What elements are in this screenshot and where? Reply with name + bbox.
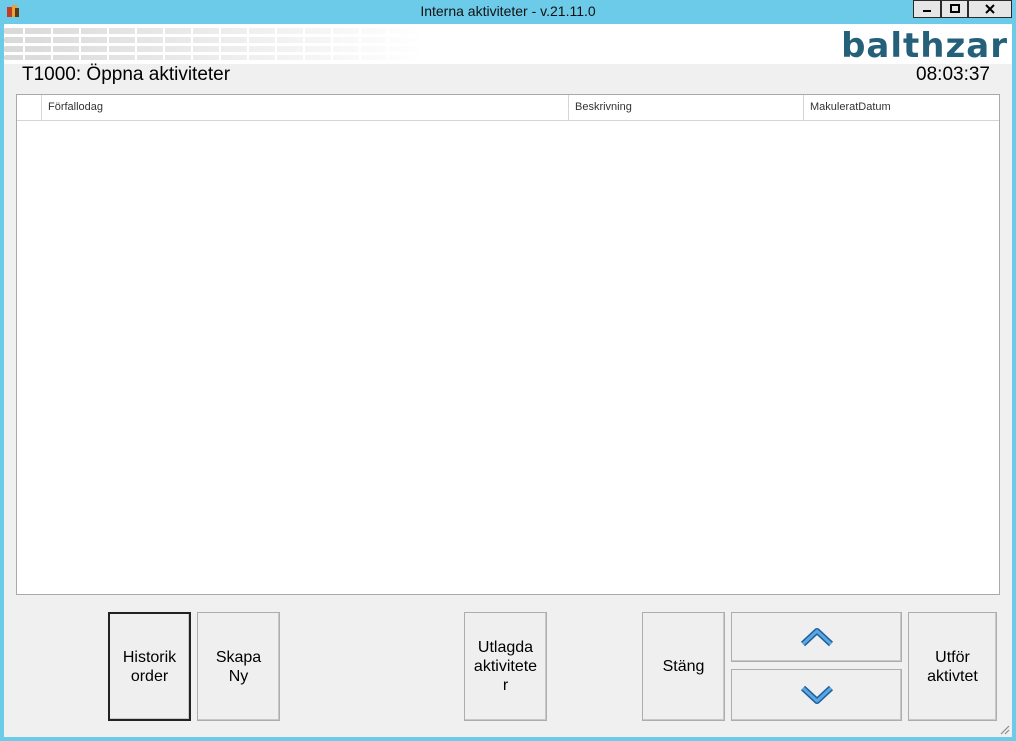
title-bar[interactable]: Interna aktiviteter - v.21.11.0 bbox=[0, 0, 1016, 24]
minimize-icon bbox=[923, 10, 931, 12]
history-order-button[interactable]: Historik order bbox=[108, 612, 191, 721]
header-banner: balthzar bbox=[4, 24, 1012, 64]
banner-pattern bbox=[4, 26, 424, 62]
logo: balthzar bbox=[841, 26, 1008, 64]
window-title: Interna aktiviteter - v.21.11.0 bbox=[420, 3, 596, 19]
create-new-button[interactable]: Skapa Ny bbox=[197, 612, 280, 721]
chevron-down-icon bbox=[800, 685, 833, 704]
perform-activity-button[interactable]: Utför aktivtet bbox=[908, 612, 997, 721]
activities-grid[interactable]: Förfallodag Beskrivning MakuleratDatum bbox=[16, 94, 1000, 595]
history-order-label: Historik order bbox=[122, 648, 177, 685]
chevron-up-icon bbox=[800, 628, 833, 647]
close-button[interactable]: Stäng bbox=[642, 612, 725, 721]
column-header-makuleratdatum[interactable]: MakuleratDatum bbox=[803, 95, 999, 120]
maximize-button[interactable] bbox=[941, 0, 968, 18]
maximize-icon bbox=[949, 4, 960, 13]
close-window-button[interactable] bbox=[968, 0, 1012, 18]
close-label: Stäng bbox=[662, 658, 705, 675]
close-icon bbox=[985, 4, 995, 14]
column-header-forfallodag[interactable]: Förfallodag bbox=[41, 95, 569, 120]
scroll-down-button[interactable] bbox=[731, 669, 902, 721]
resize-grip-icon[interactable] bbox=[998, 723, 1010, 735]
clock: 08:03:37 bbox=[916, 64, 990, 85]
perform-activity-label: Utför aktivtet bbox=[927, 648, 978, 685]
page-title: T1000: Öppna aktiviteter bbox=[22, 64, 231, 85]
scroll-up-button[interactable] bbox=[731, 612, 902, 662]
grid-header: Förfallodag Beskrivning MakuleratDatum bbox=[17, 95, 999, 121]
window-client-area: balthzar T1000: Öppna aktiviteter 08:03:… bbox=[4, 24, 1012, 737]
minimize-button[interactable] bbox=[913, 0, 941, 18]
assigned-activities-button[interactable]: Utlagda aktivitete r bbox=[464, 612, 547, 721]
create-new-label: Skapa Ny bbox=[215, 648, 262, 685]
column-header-beskrivning[interactable]: Beskrivning bbox=[568, 95, 804, 120]
assigned-activities-label: Utlagda aktivitete r bbox=[473, 639, 538, 694]
